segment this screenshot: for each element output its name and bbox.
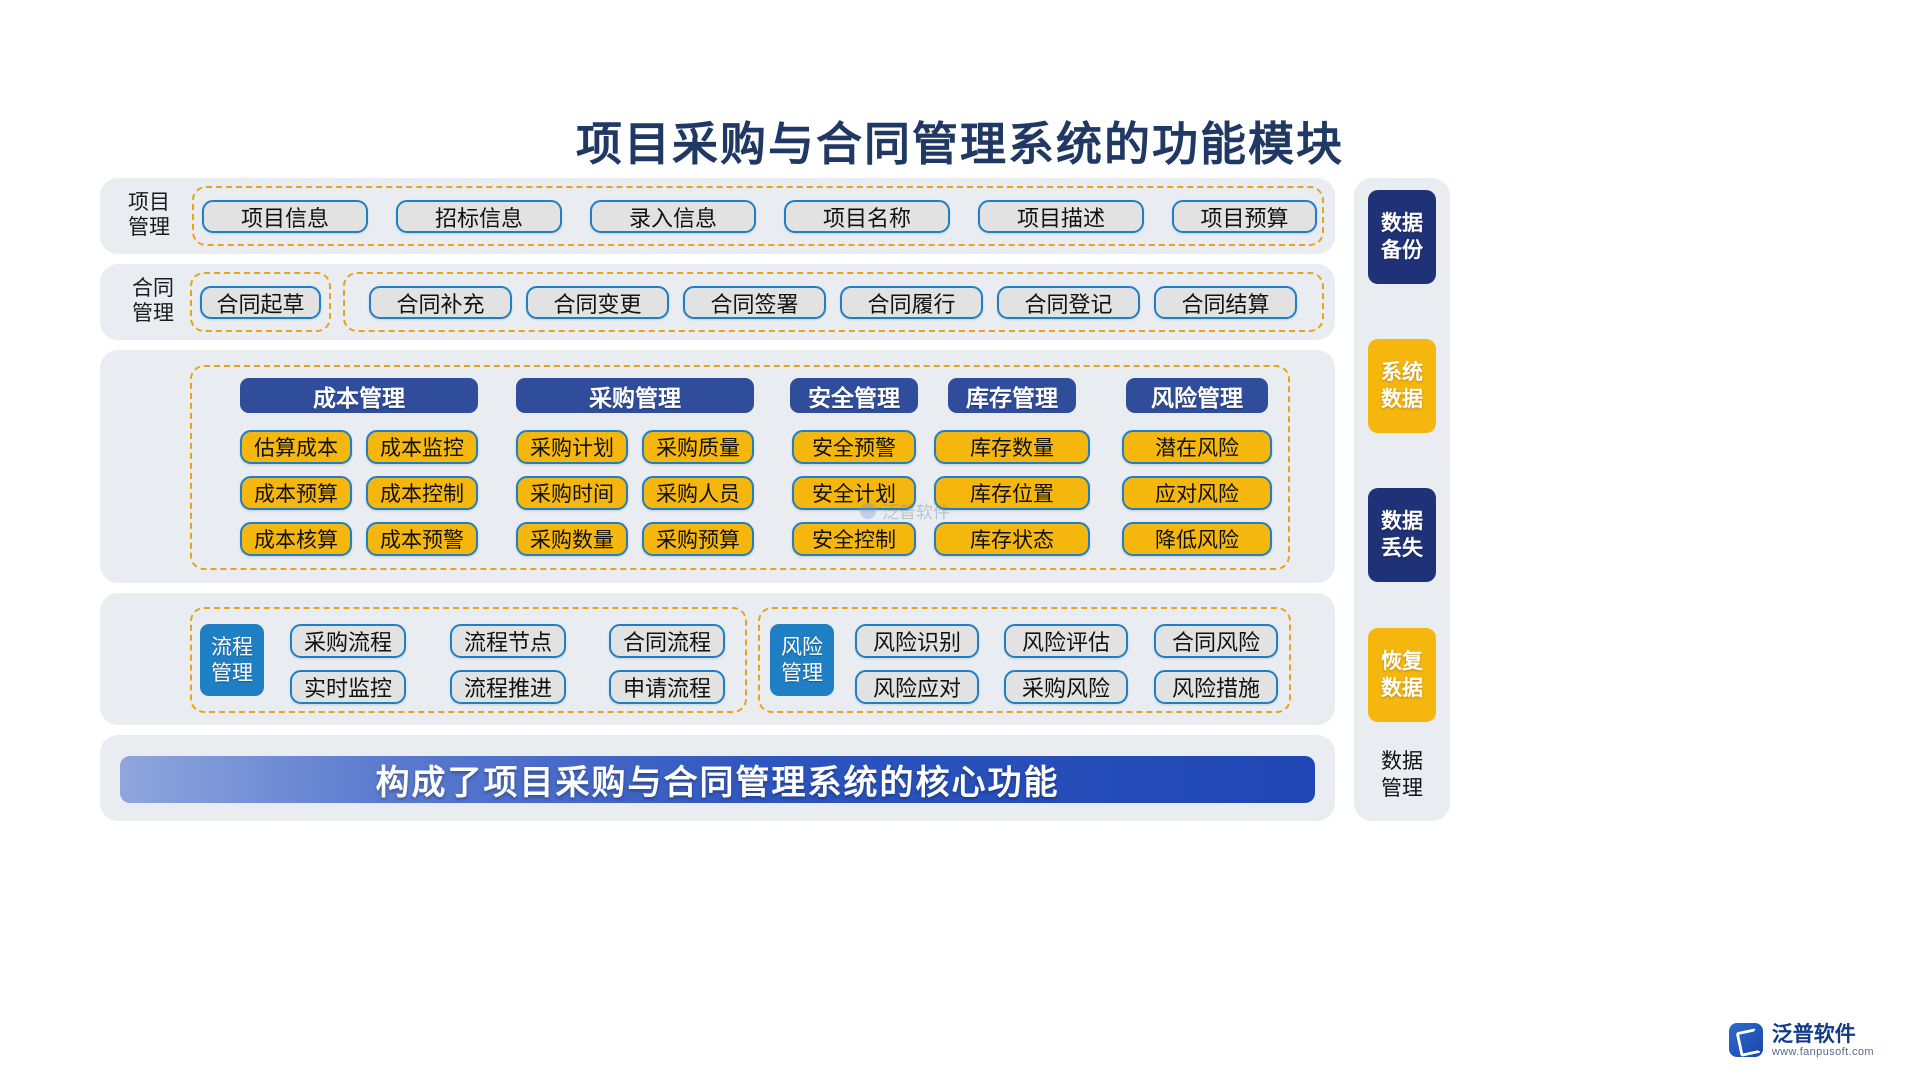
sidebar-item-0-line1: 数据 [1381,211,1423,235]
sidebar-item-2-line1: 数据 [1381,509,1423,533]
contract-row-label: 合同 管理 [122,276,184,326]
risk-item-3[interactable]: 风险应对 [855,670,979,704]
logo-url: www.fanpusoft.com [1771,1045,1874,1058]
contract-first-item-0[interactable]: 合同起草 [200,286,321,319]
main-item-2-0[interactable]: 安全预警 [792,430,916,464]
page-title: 项目采购与合同管理系统的功能模块 [576,119,1344,170]
risk-item-5[interactable]: 风险措施 [1154,670,1278,704]
contract-row-label-line2: 管理 [132,301,174,325]
sidebar-item-1-line1: 系统 [1381,360,1423,384]
process-tag-line1: 流程 [211,635,253,659]
contract-second-item-2[interactable]: 合同签署 [683,286,826,319]
sidebar-item-1[interactable]: 系统 数据 [1368,339,1436,433]
main-item-3-1[interactable]: 库存位置 [934,476,1090,510]
process-item-2[interactable]: 合同流程 [609,624,725,658]
risk-tag[interactable]: 风险 管理 [770,624,834,696]
project-item-5[interactable]: 项目预算 [1172,200,1317,233]
contract-row-label-line1: 合同 [132,276,174,300]
main-item-0-5[interactable]: 成本预警 [366,522,478,556]
main-item-0-2[interactable]: 成本预算 [240,476,352,510]
process-item-4[interactable]: 流程推进 [450,670,566,704]
summary-banner: 构成了项目采购与合同管理系统的核心功能 [120,756,1315,803]
logo-text-block: 泛普软件 www.fanpusoft.com [1772,1023,1874,1058]
contract-second-item-5[interactable]: 合同结算 [1154,286,1297,319]
project-row-label-line2: 管理 [128,215,170,239]
contract-second-item-3[interactable]: 合同履行 [840,286,983,319]
diagram-canvas: 项目采购与合同管理系统的功能模块 项目 管理 项目信息 招标信息 录入信息 项目… [0,0,1920,1080]
process-tag-line2: 管理 [211,661,253,685]
contract-second-item-4[interactable]: 合同登记 [997,286,1140,319]
main-header-2[interactable]: 安全管理 [790,378,918,413]
main-header-1[interactable]: 采购管理 [516,378,754,413]
sidebar-item-4-line1: 数据 [1381,749,1423,773]
main-item-0-1[interactable]: 成本监控 [366,430,478,464]
main-header-4[interactable]: 风险管理 [1126,378,1268,413]
main-item-4-2[interactable]: 降低风险 [1122,522,1272,556]
logo-mark-icon [1728,1023,1763,1058]
sidebar-item-3-line1: 恢复 [1381,649,1423,673]
process-item-0[interactable]: 采购流程 [290,624,406,658]
sidebar-item-4: 数据 管理 [1368,740,1436,810]
main-header-0[interactable]: 成本管理 [240,378,478,413]
main-item-3-2[interactable]: 库存状态 [934,522,1090,556]
sidebar-item-3-line2: 数据 [1381,676,1423,700]
contract-second-item-0[interactable]: 合同补充 [369,286,512,319]
contract-second-item-1[interactable]: 合同变更 [526,286,669,319]
main-item-3-0[interactable]: 库存数量 [934,430,1090,464]
sidebar-item-1-line2: 数据 [1381,387,1423,411]
main-item-1-5[interactable]: 采购预算 [642,522,754,556]
main-header-3[interactable]: 库存管理 [948,378,1076,413]
project-row-label-line1: 项目 [128,190,170,214]
risk-item-1[interactable]: 风险评估 [1004,624,1128,658]
process-item-1[interactable]: 流程节点 [450,624,566,658]
sidebar-item-2-line2: 丢失 [1381,536,1423,560]
project-item-4[interactable]: 项目描述 [978,200,1144,233]
brand-logo: 泛普软件 www.fanpusoft.com [1728,1023,1874,1058]
main-item-1-3[interactable]: 采购人员 [642,476,754,510]
main-item-2-1[interactable]: 安全计划 [792,476,916,510]
sidebar-item-3[interactable]: 恢复 数据 [1368,628,1436,722]
sidebar-item-2[interactable]: 数据 丢失 [1368,488,1436,582]
risk-item-2[interactable]: 合同风险 [1154,624,1278,658]
project-item-1[interactable]: 招标信息 [396,200,562,233]
main-item-0-0[interactable]: 估算成本 [240,430,352,464]
project-row-label: 项目 管理 [118,190,180,240]
main-item-1-0[interactable]: 采购计划 [516,430,628,464]
logo-name: 泛普软件 [1771,1022,1856,1046]
process-item-3[interactable]: 实时监控 [290,670,406,704]
project-item-3[interactable]: 项目名称 [784,200,950,233]
main-item-1-1[interactable]: 采购质量 [642,430,754,464]
risk-item-4[interactable]: 采购风险 [1004,670,1128,704]
risk-tag-line1: 风险 [781,635,823,659]
sidebar-item-0[interactable]: 数据 备份 [1368,190,1436,284]
main-item-4-0[interactable]: 潜在风险 [1122,430,1272,464]
process-tag[interactable]: 流程 管理 [200,624,264,696]
main-item-0-3[interactable]: 成本控制 [366,476,478,510]
risk-tag-line2: 管理 [781,661,823,685]
sidebar-item-4-line2: 管理 [1381,776,1423,800]
main-item-1-4[interactable]: 采购数量 [516,522,628,556]
main-item-1-2[interactable]: 采购时间 [516,476,628,510]
risk-item-0[interactable]: 风险识别 [855,624,979,658]
project-item-0[interactable]: 项目信息 [202,200,368,233]
project-item-2[interactable]: 录入信息 [590,200,756,233]
main-item-4-1[interactable]: 应对风险 [1122,476,1272,510]
sidebar-item-0-line2: 备份 [1381,238,1423,262]
process-item-5[interactable]: 申请流程 [609,670,725,704]
main-item-0-4[interactable]: 成本核算 [240,522,352,556]
main-item-2-2[interactable]: 安全控制 [792,522,916,556]
